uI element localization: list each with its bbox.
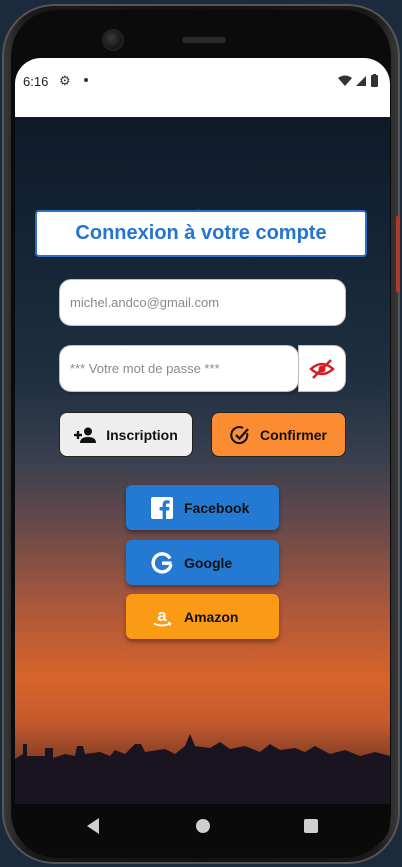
signal-icon [356,76,366,86]
recent-apps-icon[interactable] [304,819,318,833]
city-skyline [15,734,390,804]
email-field[interactable] [60,295,345,310]
amazon-button-label: Amazon [184,608,239,625]
notification-dot-icon [84,78,88,82]
status-icons [338,74,378,87]
side-button[interactable] [396,216,400,292]
speaker-grille [182,37,226,43]
wifi-icon [338,75,352,86]
facebook-button-label: Facebook [184,499,250,516]
svg-text:a: a [157,606,167,625]
check-circle-icon [230,425,250,445]
email-field-container [59,279,346,326]
confirm-button-label: Confirmer [260,426,327,443]
facebook-icon [151,496,173,519]
status-bar: 6:16 ⚙ [15,58,390,117]
amazon-login-button[interactable]: a Amazon [126,594,279,639]
battery-icon [371,75,378,87]
password-field-container [59,345,299,392]
home-icon[interactable] [196,819,210,833]
eye-off-icon [309,358,335,379]
page-title: Connexion à votre compte [75,222,327,244]
screen: 6:16 ⚙ Connexion à votre compte michel.a… [15,58,390,848]
settings-gear-icon: ⚙ [59,73,71,88]
confirm-button[interactable]: Confirmer [211,412,346,457]
facebook-login-button[interactable]: Facebook [126,485,279,530]
phone-frame: 6:16 ⚙ Connexion à votre compte michel.a… [2,4,400,864]
add-user-icon [74,427,97,443]
status-time: 6:16 [23,74,49,89]
front-camera [102,29,124,51]
amazon-icon: a [151,606,173,628]
login-title-box: Connexion à votre compte [35,210,367,257]
toggle-password-visibility-button[interactable] [298,345,346,392]
google-icon [151,551,173,574]
google-button-label: Google [184,554,233,571]
navigation-bar [15,804,390,848]
register-button-label: Inscription [106,426,178,443]
password-field[interactable] [60,361,298,376]
back-icon[interactable] [87,818,99,834]
google-login-button[interactable]: Google [126,540,279,585]
register-button[interactable]: Inscription [59,412,193,457]
